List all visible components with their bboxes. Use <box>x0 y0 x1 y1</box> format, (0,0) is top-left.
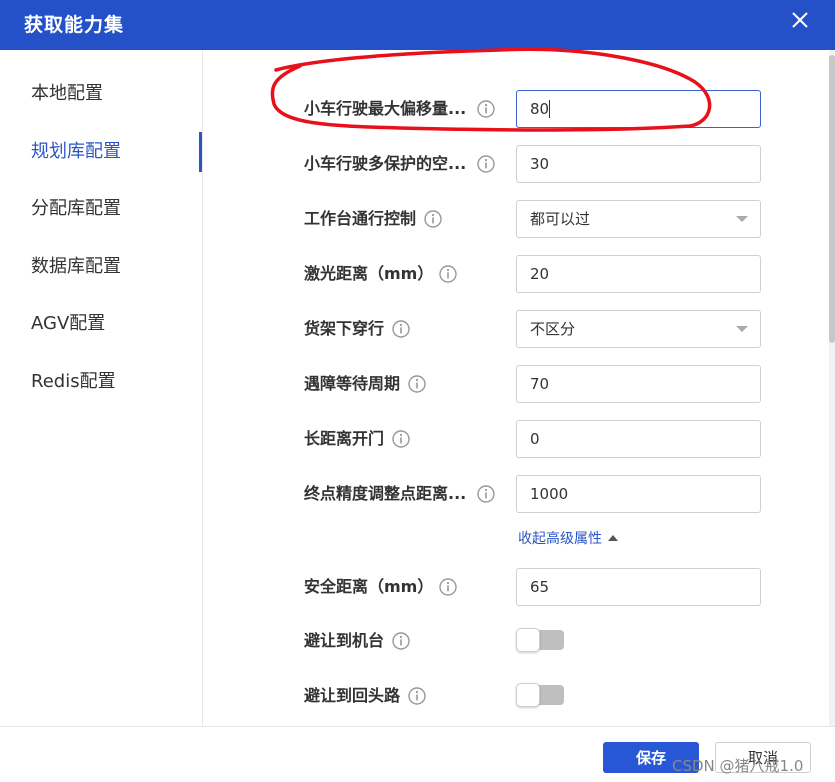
dropdown-arrow-icon <box>736 326 748 332</box>
form-row: 安全距离（mm） 65 <box>204 568 804 606</box>
protect-space-input[interactable]: 30 <box>516 145 761 183</box>
safety-distance-input[interactable]: 65 <box>516 568 761 606</box>
workstation-pass-select[interactable]: 都可以过 <box>516 200 761 238</box>
scrollbar[interactable] <box>829 50 835 726</box>
form-row: 遇障等待周期 70 <box>204 365 804 403</box>
config-form: 小车行驶最大偏移量... 80 小车行驶多保护的空... 30 工作台通行控制 … <box>204 50 830 726</box>
dropdown-arrow-icon <box>736 216 748 222</box>
field-label: 小车行驶最大偏移量... <box>304 99 467 118</box>
select-value: 不区分 <box>530 320 576 338</box>
info-icon[interactable] <box>476 484 496 504</box>
info-icon[interactable] <box>391 319 411 339</box>
cancel-button[interactable]: 取消 <box>715 742 811 773</box>
laser-distance-input[interactable]: 20 <box>516 255 761 293</box>
field-label: 避让到回头路 <box>304 686 401 705</box>
info-icon[interactable] <box>438 264 458 284</box>
sidebar-item-planning[interactable]: 规划库配置 <box>0 132 202 172</box>
sidebar-item-database[interactable]: 数据库配置 <box>0 247 202 287</box>
collapse-advanced-link[interactable]: 收起高级属性 <box>518 528 618 548</box>
form-row: 激光距离（mm） 20 <box>204 255 804 293</box>
info-icon[interactable] <box>391 631 411 651</box>
endpoint-precision-input[interactable]: 1000 <box>516 475 761 513</box>
info-icon[interactable] <box>476 154 496 174</box>
field-label: 避让到机台 <box>304 631 385 650</box>
toggle-knob <box>516 683 540 707</box>
save-button[interactable]: 保存 <box>603 742 699 773</box>
dialog-header: 获取能力集 <box>0 0 835 50</box>
info-icon[interactable] <box>476 99 496 119</box>
dialog-title: 获取能力集 <box>24 14 125 36</box>
long-distance-door-input[interactable]: 0 <box>516 420 761 458</box>
obstacle-wait-input[interactable]: 70 <box>516 365 761 403</box>
avoid-to-return-path-toggle[interactable] <box>516 683 564 707</box>
form-row: 小车行驶最大偏移量... 80 <box>204 90 804 128</box>
scrollbar-thumb[interactable] <box>829 55 835 343</box>
form-row: 终点精度调整点距离... 1000 <box>204 475 804 513</box>
form-row: 货架下穿行 不区分 <box>204 310 804 348</box>
sidebar-item-redis[interactable]: Redis配置 <box>0 362 202 402</box>
sidebar: 本地配置 规划库配置 分配库配置 数据库配置 AGV配置 Redis配置 <box>0 50 203 726</box>
sidebar-item-local[interactable]: 本地配置 <box>0 74 202 114</box>
form-row: 小车行驶多保护的空... 30 <box>204 145 804 183</box>
close-icon[interactable] <box>788 8 812 32</box>
form-row: 避让到回头路 <box>204 677 804 715</box>
field-label: 遇障等待周期 <box>304 374 401 393</box>
shelf-pass-select[interactable]: 不区分 <box>516 310 761 348</box>
avoid-to-machine-toggle[interactable] <box>516 628 564 652</box>
field-label: 安全距离（mm） <box>304 577 434 596</box>
max-offset-input[interactable]: 80 <box>516 90 761 128</box>
field-label: 激光距离（mm） <box>304 264 434 283</box>
field-label: 工作台通行控制 <box>304 209 417 228</box>
info-icon[interactable] <box>407 686 427 706</box>
field-label: 长距离开门 <box>304 429 385 448</box>
field-label: 终点精度调整点距离... <box>304 484 467 503</box>
info-icon[interactable] <box>438 577 458 597</box>
info-icon[interactable] <box>407 374 427 394</box>
field-label: 货架下穿行 <box>304 319 385 338</box>
dialog-footer: 保存 取消 CSDN @猪八戒1.0 <box>0 726 835 782</box>
toggle-knob <box>516 628 540 652</box>
form-row: 避让到机台 <box>204 622 804 660</box>
info-icon[interactable] <box>391 429 411 449</box>
select-value: 都可以过 <box>530 210 591 228</box>
form-row: 工作台通行控制 都可以过 <box>204 200 804 238</box>
sidebar-item-agv[interactable]: AGV配置 <box>0 304 202 344</box>
caret-up-icon <box>608 535 618 541</box>
field-label: 小车行驶多保护的空... <box>304 154 467 173</box>
collapse-label: 收起高级属性 <box>518 531 602 547</box>
info-icon[interactable] <box>423 209 443 229</box>
form-row: 长距离开门 0 <box>204 420 804 458</box>
sidebar-item-allocation[interactable]: 分配库配置 <box>0 189 202 229</box>
